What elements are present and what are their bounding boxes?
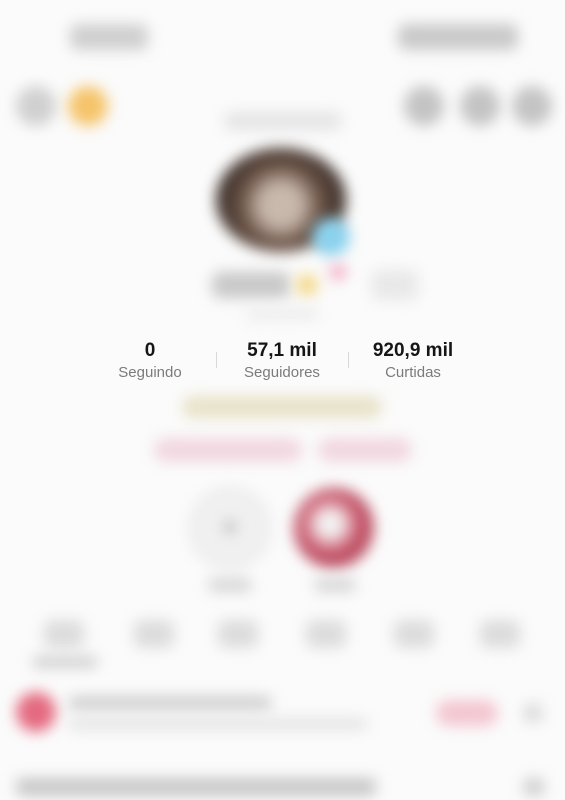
search-icon[interactable] [16,86,56,126]
footer-text [16,778,376,796]
stat-followers[interactable]: 57,1 mil Seguidores [226,340,338,383]
stat-following-value: 0 [144,340,156,361]
status-time [70,24,148,50]
status-icons [398,24,518,50]
plus-icon: + [222,514,237,541]
qr-icon[interactable] [404,86,444,126]
stat-likes-label: Curtidas [385,364,441,381]
stat-followers-value: 57,1 mil [247,340,317,361]
stat-likes-value: 920,9 mil [372,340,454,361]
tab-saved[interactable] [306,620,346,648]
activity-icon[interactable] [460,86,500,126]
emoji-icon [330,264,346,280]
profile-handle [246,308,318,320]
menu-icon[interactable] [512,86,552,126]
tab-videos-label [32,656,98,668]
chevron-icon[interactable] [524,778,544,796]
tab-videos[interactable] [44,620,84,648]
profile-username [224,112,342,130]
add-story-badge-icon[interactable] [312,218,350,256]
tab-reposts[interactable] [218,620,258,648]
edit-profile-button[interactable] [372,270,418,300]
stat-following-label: Seguindo [118,364,182,381]
close-icon[interactable] [524,704,542,722]
bio-link[interactable] [318,438,412,462]
display-name [212,272,290,298]
suggestion-action-button[interactable] [436,700,498,726]
stat-divider [348,352,349,368]
suggestion-avatar[interactable] [16,692,56,732]
coin-icon[interactable] [68,86,108,126]
tab-more[interactable] [480,620,520,648]
stat-followers-label: Seguidores [244,364,320,381]
emoji-icon [296,274,318,296]
bio-link[interactable] [154,438,302,462]
tab-liked[interactable] [394,620,434,648]
stat-divider [216,352,217,368]
tab-private[interactable] [134,620,174,648]
suggestion-title [68,696,272,710]
highlight-label [208,578,252,592]
stat-likes[interactable]: 920,9 mil Curtidas [356,340,470,383]
highlight-story[interactable] [294,488,374,568]
suggestion-subtitle [68,718,368,730]
highlight-label [314,578,356,592]
bio-text [182,396,382,418]
stat-following[interactable]: 0 Seguindo [100,340,200,383]
